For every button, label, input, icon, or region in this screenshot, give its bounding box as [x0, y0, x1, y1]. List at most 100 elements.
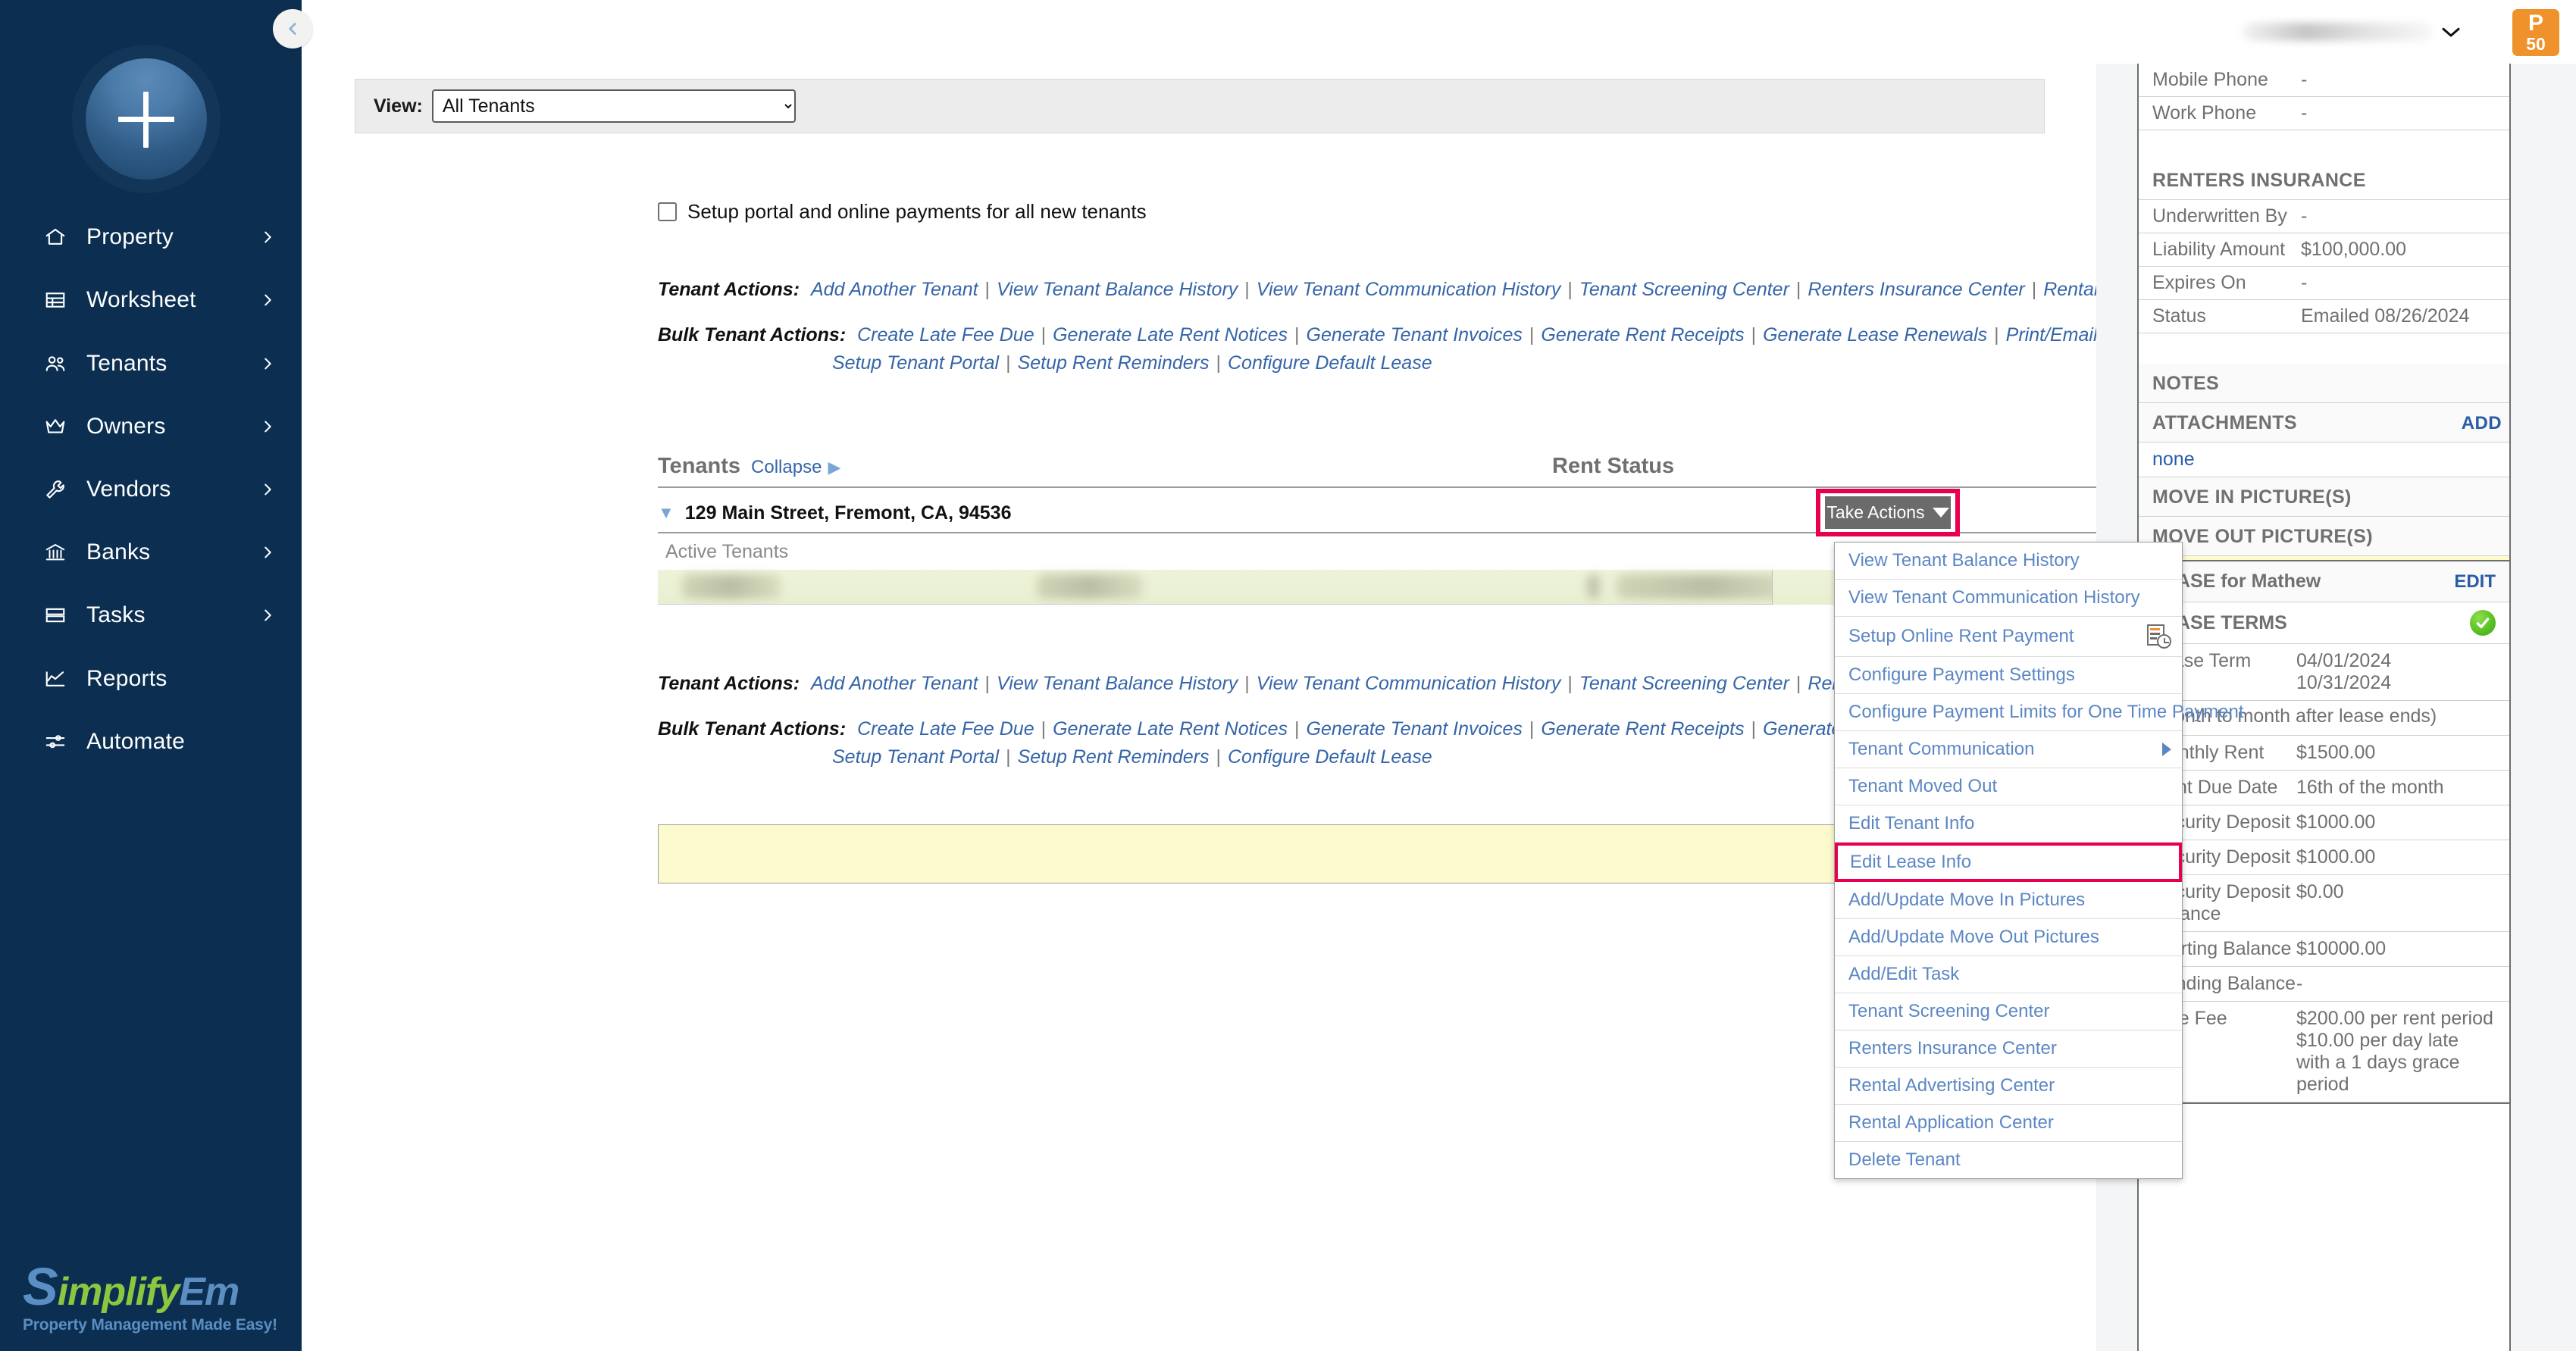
wrench-icon	[44, 478, 86, 501]
sidebar-item-tasks[interactable]: Tasks	[0, 593, 302, 638]
menu-item-configure-payment-limits-for-one-time-payment[interactable]: Configure Payment Limits for One Time Pa…	[1835, 694, 2182, 731]
menu-item-label: Configure Payment Limits for One Time Pa…	[1848, 702, 2244, 723]
account-menu-button[interactable]	[2440, 24, 2462, 43]
action-link[interactable]: View Tenant Balance History	[997, 673, 1238, 694]
setup-portal-checkbox[interactable]	[658, 202, 677, 221]
lease-card: LEASE for Mathew EDIT LEASE TERMS Lease …	[2137, 560, 2511, 1104]
renters-insurance-heading: RENTERS INSURANCE	[2139, 161, 2509, 200]
action-link[interactable]: Create Late Fee Due	[857, 324, 1034, 346]
menu-item-add-update-move-out-pictures[interactable]: Add/Update Move Out Pictures	[1835, 919, 2182, 956]
lease-value: $1500.00	[2296, 742, 2502, 764]
link-separator: |	[1523, 718, 1542, 740]
action-link[interactable]: Generate Rent Receipts	[1541, 718, 1744, 740]
menu-item-tenant-communication[interactable]: Tenant Communication	[1835, 731, 2182, 768]
action-link[interactable]: Setup Rent Reminders	[1018, 746, 1210, 768]
action-link[interactable]: Setup Tenant Portal	[832, 352, 999, 374]
menu-item-view-tenant-balance-history[interactable]: View Tenant Balance History	[1835, 543, 2182, 580]
simplifyem-logo: SimplifyEm Property Management Made Easy…	[23, 1260, 280, 1334]
menu-item-label: Edit Tenant Info	[1848, 813, 1974, 834]
menu-item-setup-online-rent-payment[interactable]: Setup Online Rent Payment	[1835, 617, 2182, 657]
link-separator: |	[1288, 324, 1307, 346]
action-link[interactable]: Setup Tenant Portal	[832, 746, 999, 768]
action-link[interactable]: Generate Late Rent Notices	[1053, 718, 1288, 740]
sidebar-item-owners[interactable]: Owners	[0, 404, 302, 449]
plan-badge[interactable]: P 50	[2512, 9, 2559, 56]
attachments-add-link[interactable]: ADD	[2462, 413, 2502, 434]
sidebar-item-reports[interactable]: Reports	[0, 656, 302, 702]
tenant-unit-redacted	[1037, 574, 1143, 599]
account-name-redacted	[2243, 23, 2432, 41]
chevron-right-icon	[259, 607, 302, 624]
people-icon	[44, 352, 86, 375]
menu-item-view-tenant-communication-history[interactable]: View Tenant Communication History	[1835, 580, 2182, 617]
logo-em: Em	[179, 1270, 239, 1314]
action-link[interactable]: Generate Lease Renewals	[1763, 324, 1987, 346]
action-link[interactable]: Add Another Tenant	[811, 673, 978, 694]
action-link[interactable]: Generate Tenant Invoices	[1307, 718, 1523, 740]
lease-edit-link[interactable]: EDIT	[2454, 571, 2496, 593]
action-link[interactable]: Tenant Screening Center	[1579, 673, 1789, 694]
view-select[interactable]: All Tenants	[432, 89, 796, 123]
action-link[interactable]: Configure Default Lease	[1228, 746, 1432, 768]
sidebar-item-label: Tenants	[86, 351, 259, 377]
setup-portal-checkbox-row: Setup portal and online payments for all…	[658, 200, 1147, 224]
lease-value: -	[2296, 973, 2502, 995]
menu-item-delete-tenant[interactable]: Delete Tenant	[1835, 1142, 2182, 1178]
expand-triangle-icon[interactable]: ▼	[658, 503, 675, 523]
collapse-arrow-icon[interactable]: ▶	[828, 458, 840, 477]
detail-row: Expires On-	[2139, 267, 2509, 300]
action-link[interactable]: Create Late Fee Due	[857, 718, 1034, 740]
chevron-right-icon	[259, 544, 302, 561]
action-link[interactable]: Generate Rent Receipts	[1541, 324, 1744, 346]
action-link[interactable]: Generate Late Rent Notices	[1053, 324, 1288, 346]
action-link[interactable]: View Tenant Communication History	[1257, 279, 1561, 300]
menu-item-edit-lease-info[interactable]: Edit Lease Info	[1835, 843, 2182, 882]
take-actions-button[interactable]: Take Actions	[1825, 496, 1951, 529]
menu-item-configure-payment-settings[interactable]: Configure Payment Settings	[1835, 657, 2182, 694]
plan-badge-letter: P	[2528, 12, 2543, 35]
collapse-link[interactable]: Collapse	[751, 457, 822, 478]
menu-item-tenant-moved-out[interactable]: Tenant Moved Out	[1835, 768, 2182, 805]
chevron-right-icon	[259, 418, 302, 435]
menu-item-renters-insurance-center[interactable]: Renters Insurance Center	[1835, 1030, 2182, 1068]
bulk-tenant-actions-label-2: Bulk Tenant Actions:	[658, 718, 846, 740]
move-in-pictures-heading-text: MOVE IN PICTURE(S)	[2152, 486, 2352, 508]
menu-item-add-update-move-in-pictures[interactable]: Add/Update Move In Pictures	[1835, 882, 2182, 919]
menu-item-label: Tenant Communication	[1848, 739, 2034, 760]
menu-item-edit-tenant-info[interactable]: Edit Tenant Info	[1835, 805, 2182, 843]
sidebar-item-tenants[interactable]: Tenants	[0, 341, 302, 386]
sidebar: Property Worksheet Tenants Owners Vendors Ban…	[0, 0, 302, 1351]
menu-item-label: Renters Insurance Center	[1848, 1038, 2057, 1059]
menu-item-label: Tenant Screening Center	[1848, 1001, 2050, 1022]
action-link[interactable]: Renters Insurance Center	[1808, 279, 2024, 300]
home-icon	[44, 226, 86, 249]
property-group-row[interactable]: ▼ 129 Main Street, Fremont, CA, 94536	[658, 494, 2348, 533]
sidebar-item-banks[interactable]: Banks	[0, 530, 302, 575]
action-link[interactable]: View Tenant Communication History	[1257, 673, 1561, 694]
lease-row: Late Fee$200.00 per rent period$10.00 pe…	[2139, 1002, 2509, 1102]
action-link[interactable]: Tenant Screening Center	[1579, 279, 1789, 300]
add-new-button[interactable]	[86, 58, 207, 180]
tenant-actions-links: Add Another Tenant |View Tenant Balance H…	[805, 279, 2258, 300]
attachments-value[interactable]: none	[2139, 443, 2509, 477]
sidebar-item-label: Vendors	[86, 477, 259, 502]
collapse-sidebar-button[interactable]	[273, 9, 312, 48]
sidebar-item-automate[interactable]: Automate	[0, 719, 302, 765]
link-separator: |	[1238, 279, 1257, 300]
action-link[interactable]: Add Another Tenant	[811, 279, 978, 300]
action-link[interactable]: View Tenant Balance History	[997, 279, 1238, 300]
sidebar-item-worksheet[interactable]: Worksheet	[0, 277, 302, 323]
action-link[interactable]: Setup Rent Reminders	[1018, 352, 1210, 374]
sidebar-item-vendors[interactable]: Vendors	[0, 467, 302, 512]
active-tenants-label: Active Tenants	[665, 541, 788, 563]
menu-item-tenant-screening-center[interactable]: Tenant Screening Center	[1835, 993, 2182, 1030]
submenu-arrow-icon	[2162, 743, 2171, 756]
link-separator: |	[999, 352, 1018, 374]
menu-item-add-edit-task[interactable]: Add/Edit Task	[1835, 956, 2182, 993]
action-link[interactable]: Configure Default Lease	[1228, 352, 1432, 374]
action-link[interactable]: Generate Tenant Invoices	[1307, 324, 1523, 346]
sidebar-item-property[interactable]: Property	[0, 214, 302, 260]
menu-item-rental-advertising-center[interactable]: Rental Advertising Center	[1835, 1068, 2182, 1105]
menu-item-label: Rental Advertising Center	[1848, 1075, 2055, 1096]
menu-item-rental-application-center[interactable]: Rental Application Center	[1835, 1105, 2182, 1142]
